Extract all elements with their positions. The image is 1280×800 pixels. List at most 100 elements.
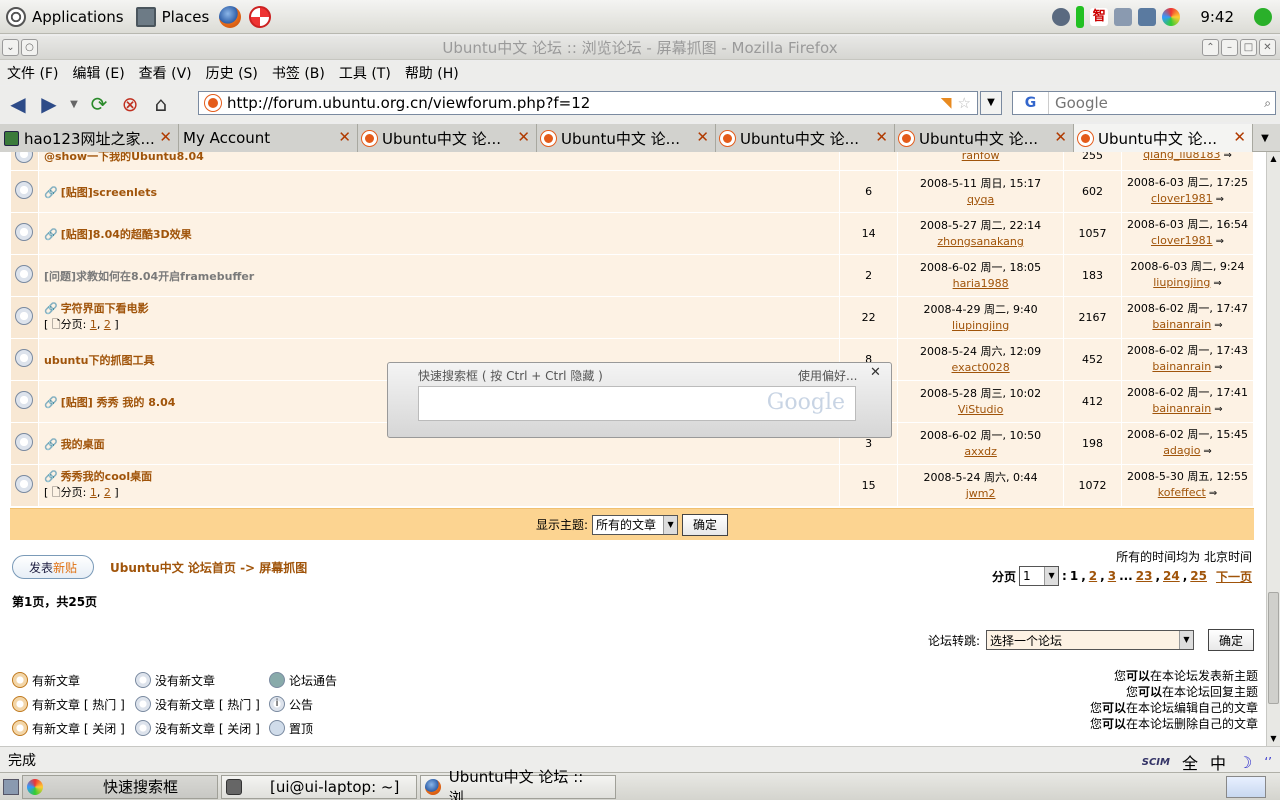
menu-help[interactable]: 帮助 (H) [405, 63, 459, 83]
lastpost-user-link[interactable]: clover1981 [1151, 192, 1213, 205]
scim-icon[interactable]: SCIM [1142, 757, 1170, 768]
topic-author-link[interactable]: zhongsanakang [937, 235, 1024, 248]
tab-close-icon[interactable]: ✕ [1054, 128, 1067, 146]
tab-close-icon[interactable]: ✕ [517, 128, 530, 146]
menu-edit[interactable]: 编辑 (E) [72, 63, 124, 83]
network-icon[interactable] [1052, 7, 1071, 26]
bookmark-star-icon[interactable]: ☆ [958, 94, 971, 112]
topic-author-link[interactable]: liupingjing [952, 319, 1009, 332]
vertical-scrollbar[interactable]: ▲ ▼ [1266, 152, 1280, 746]
battery-icon[interactable] [1076, 5, 1085, 28]
search-engine-icon[interactable]: G [1013, 92, 1049, 114]
topic-author-link[interactable]: axxdz [964, 445, 997, 458]
menu-view[interactable]: 查看 (V) [139, 63, 192, 83]
tab-5[interactable]: Ubuntu中文 论... ✕ [895, 124, 1074, 152]
goto-lastpost-icon[interactable]: ⇒ [1214, 404, 1222, 415]
goto-lastpost-icon[interactable]: ⇒ [1203, 446, 1211, 457]
goto-lastpost-icon[interactable]: ⇒ [1216, 194, 1224, 205]
new-topic-button[interactable]: 发表 新贴 [12, 555, 94, 579]
minimize-icon[interactable]: – [1221, 39, 1238, 56]
firefox-launcher-icon[interactable] [219, 5, 242, 28]
topic-title-link[interactable]: [问题]求教如何在8.04开启framebuffer [44, 270, 254, 283]
help-launcher-icon[interactable] [249, 5, 272, 28]
menu-bookmarks[interactable]: 书签 (B) [272, 63, 325, 83]
topic-title-link[interactable]: [贴图] 秀秀 我的 8.04 [61, 396, 176, 409]
home-icon[interactable]: ⌂ [148, 91, 174, 117]
lastpost-user-link[interactable]: bainanrain [1152, 360, 1211, 373]
scroll-down-icon[interactable]: ▼ [1267, 732, 1280, 746]
topic-author-link[interactable]: jwm2 [966, 487, 996, 500]
window-menu-icon[interactable]: ⌄ [2, 39, 19, 56]
breadcrumb-forum-link[interactable]: 屏幕抓图 [259, 561, 307, 575]
lastpost-user-link[interactable]: adagio [1163, 444, 1200, 457]
url-bar[interactable]: http://forum.ubuntu.org.cn/viewforum.php… [198, 91, 978, 115]
goto-lastpost-icon[interactable]: ⇒ [1216, 236, 1224, 247]
filter-ok-button[interactable]: 确定 [682, 513, 729, 536]
places-menu[interactable]: Places [130, 0, 216, 34]
applications-menu[interactable]: Applications [0, 0, 130, 34]
taskbar-item[interactable]: Ubuntu中文 论坛 :: 浏... [420, 768, 616, 800]
topic-title-link[interactable]: 字符界面下看电影 [61, 302, 149, 315]
menu-file[interactable]: 文件 (F) [7, 63, 58, 83]
ime-chinese-toggle[interactable]: 中 [1210, 750, 1226, 774]
scroll-up-icon[interactable]: ▲ [1267, 152, 1280, 166]
tab-0[interactable]: hao123网址之家... ✕ [0, 124, 179, 152]
window-titlebar[interactable]: ⌄ ○ Ubuntu中文 论坛 :: 浏览论坛 - 屏幕抓图 - Mozilla… [0, 36, 1280, 60]
forum-jump-select[interactable]: 选择一个论坛 ▼ [985, 630, 1194, 650]
rss-feed-icon[interactable]: ◥ [941, 95, 952, 111]
goto-lastpost-icon[interactable]: ⇒ [1213, 278, 1221, 289]
ime-moon-icon[interactable]: ☽ [1238, 753, 1252, 772]
tab-close-icon[interactable]: ✕ [875, 128, 888, 146]
history-dropdown-icon[interactable]: ▼ [67, 91, 81, 117]
lastpost-user-link[interactable]: bainanrain [1152, 318, 1211, 331]
next-page-link[interactable]: 下一页 [1216, 568, 1252, 585]
search-input[interactable] [1049, 94, 1249, 112]
tab-1[interactable]: My Account ✕ [179, 124, 358, 152]
menu-history[interactable]: 历史 (S) [206, 63, 258, 83]
workspace-switcher[interactable] [1226, 775, 1266, 798]
topic-author-link[interactable]: exact0028 [952, 361, 1010, 374]
topic-title-link[interactable]: ubuntu下的抓图工具 [44, 354, 154, 367]
clock[interactable]: 9:42 [1200, 8, 1234, 26]
tab-close-icon[interactable]: ✕ [696, 128, 709, 146]
topic-title-link[interactable]: 我的桌面 [61, 438, 105, 451]
page-link[interactable]: 24 [1163, 569, 1180, 583]
update-icon[interactable] [1114, 7, 1133, 26]
topic-page-link[interactable]: 1 [90, 486, 97, 499]
menu-tools[interactable]: 工具 (T) [339, 63, 391, 83]
stop-icon[interactable]: ⊗ [117, 91, 143, 117]
topic-author-link[interactable]: ViStudio [958, 403, 1003, 416]
window-shade-icon[interactable]: ⌃ [1202, 39, 1219, 56]
topic-title-link[interactable]: [贴图]8.04的超酷3D效果 [61, 228, 192, 241]
forum-jump-ok-button[interactable]: 确定 [1207, 629, 1254, 651]
taskbar-item[interactable]: 快速搜索框 [22, 774, 218, 799]
taskbar-item[interactable]: [ui@ui-laptop: ~] [221, 774, 417, 799]
filter-select[interactable]: 所有的文章 ▼ [592, 514, 679, 535]
search-magnifier-icon[interactable]: ⌕ [1264, 96, 1271, 111]
topic-author-link[interactable]: haria1988 [953, 277, 1009, 290]
show-desktop-icon[interactable] [3, 778, 19, 795]
reload-icon[interactable]: ⟳ [86, 91, 112, 117]
topic-title-link[interactable]: @show一下我的Ubuntu8.04 [44, 152, 204, 163]
goto-lastpost-icon[interactable]: ⇒ [1214, 362, 1222, 373]
topic-title-link[interactable]: [贴图]screenlets [61, 186, 157, 199]
lastpost-user-link[interactable]: kofeffect [1158, 486, 1206, 499]
page-link[interactable]: 23 [1136, 569, 1153, 583]
tab-3[interactable]: Ubuntu中文 论... ✕ [537, 124, 716, 152]
topic-page-link[interactable]: 2 [104, 318, 111, 331]
close-window-icon[interactable]: ✕ [1259, 39, 1276, 56]
page-link[interactable]: 25 [1190, 569, 1207, 583]
ime-punct-icon[interactable]: ‘’ [1264, 755, 1272, 769]
forward-arrow-icon[interactable]: ▶ [36, 91, 62, 117]
popup-preferences-link[interactable]: 使用偏好... [798, 367, 857, 384]
display-icon[interactable] [1138, 7, 1157, 26]
breadcrumb-home-link[interactable]: Ubuntu中文 论坛首页 [110, 561, 236, 575]
topic-author-link[interactable]: ranfow [962, 152, 1000, 162]
back-arrow-icon[interactable]: ◀ [5, 91, 31, 117]
tab-close-icon[interactable]: ✕ [159, 128, 172, 146]
maximize-icon[interactable]: □ [1240, 39, 1257, 56]
lastpost-user-link[interactable]: qiang_liu8183 [1143, 152, 1220, 161]
tab-close-icon[interactable]: ✕ [1233, 128, 1246, 146]
ime-fullwidth-toggle[interactable]: 全 [1182, 750, 1198, 774]
tab-close-icon[interactable]: ✕ [338, 128, 351, 146]
